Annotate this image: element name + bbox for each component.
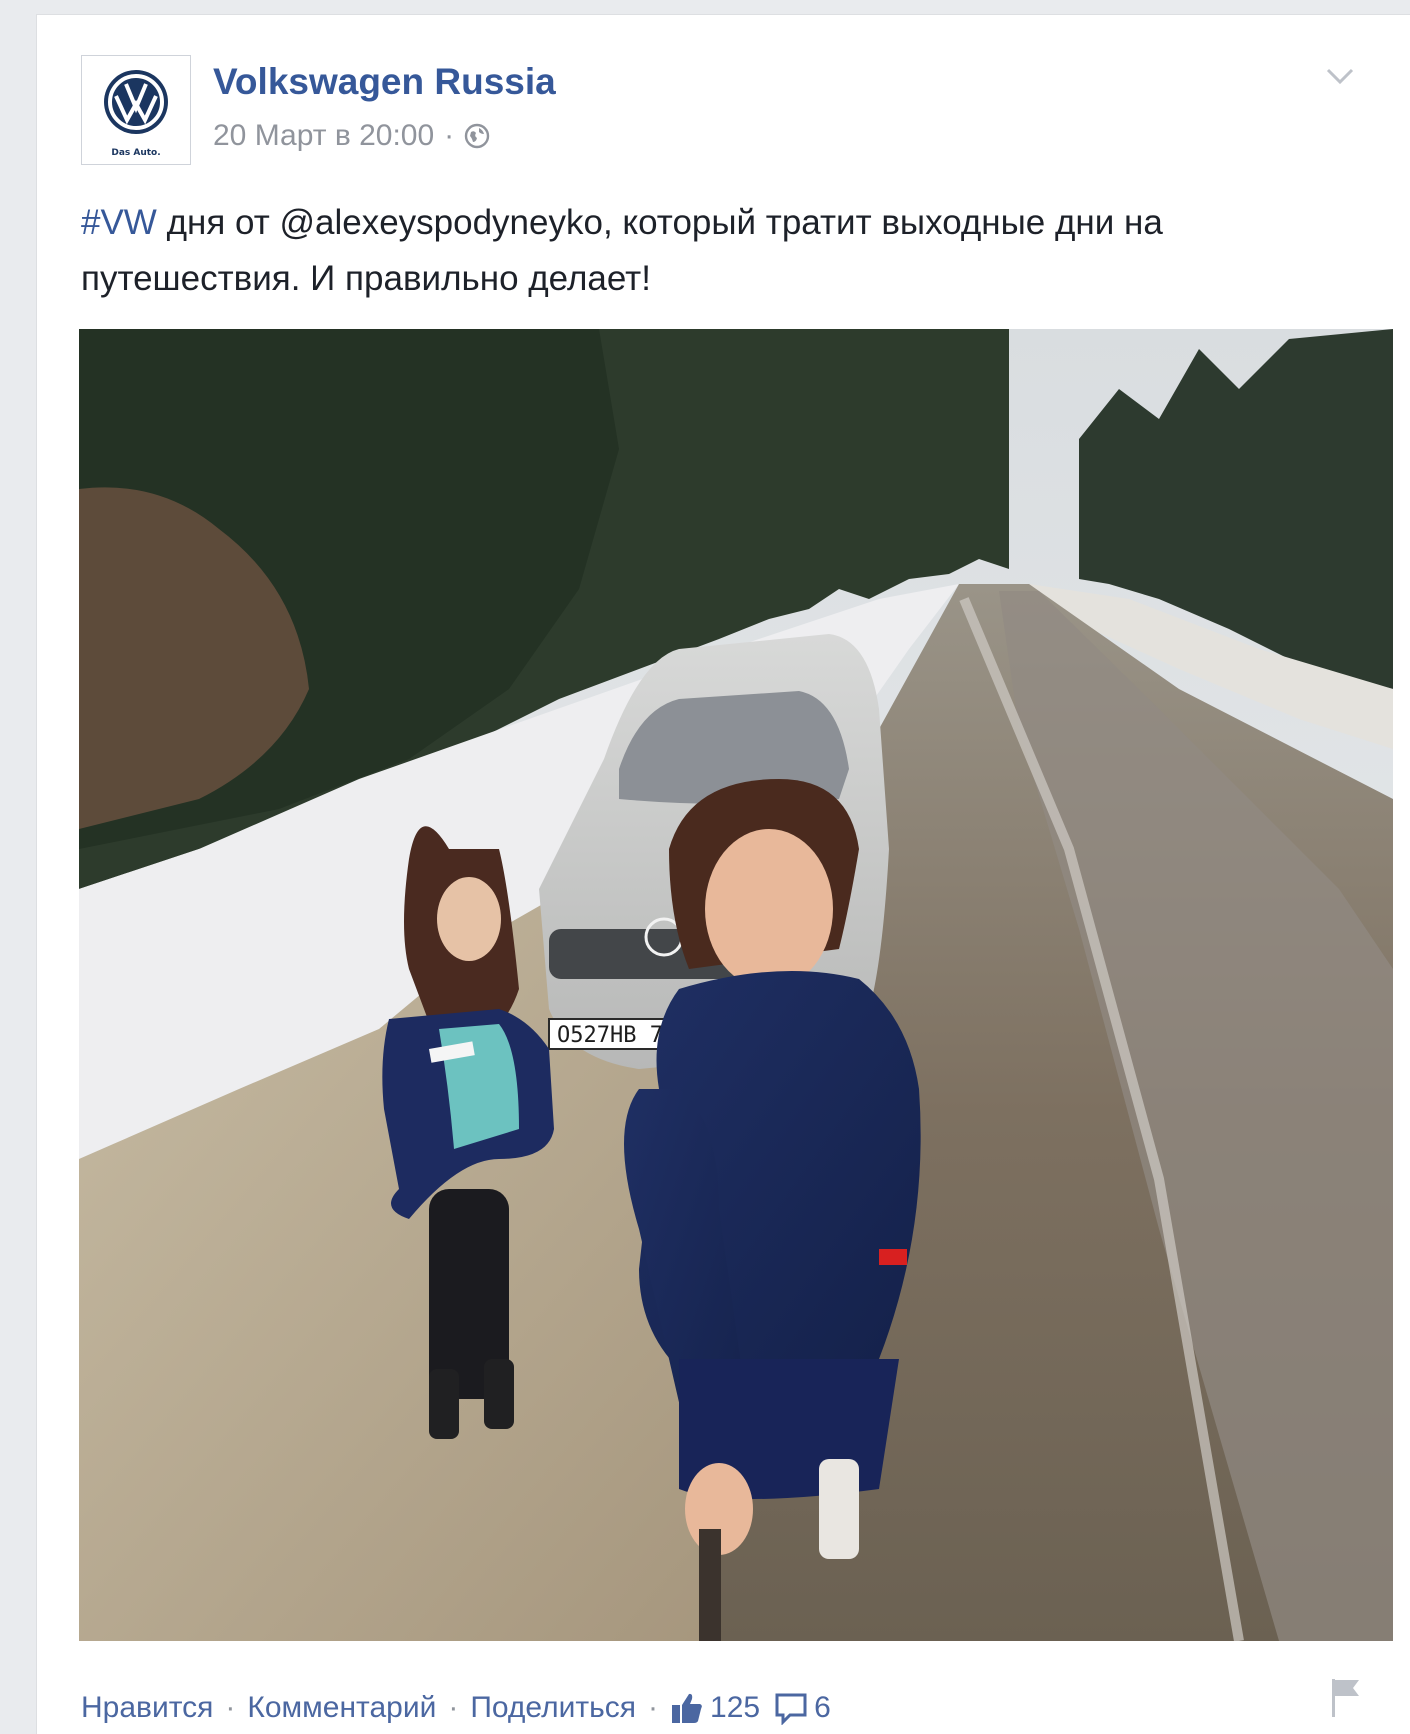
comment-count[interactable]: 6	[814, 1691, 831, 1725]
page-avatar[interactable]: Das Auto.	[81, 55, 191, 165]
meta-separator: ·	[444, 119, 455, 152]
like-count[interactable]: 125	[710, 1691, 760, 1725]
post-text-body: дня от @alexeyspodyneyko, который тратит…	[81, 203, 1163, 298]
comment-link[interactable]: Комментарий	[247, 1691, 436, 1725]
post-card: Das Auto. Volkswagen Russia 20 Март в 20…	[36, 14, 1410, 1734]
globe-icon	[464, 123, 490, 149]
post-meta: 20 Март в 20:00 ·	[213, 119, 490, 153]
share-link[interactable]: Поделиться	[470, 1691, 636, 1725]
actions-separator-1: ·	[225, 1691, 236, 1724]
post-photo[interactable]: О527НВ 77	[79, 329, 1393, 1641]
post-actions-bar: Нравится · Комментарий · Поделиться · 12…	[81, 1683, 845, 1733]
volkswagen-logo-icon	[104, 70, 168, 134]
like-link[interactable]: Нравится	[81, 1691, 213, 1725]
thumbs-up-icon[interactable]	[670, 1691, 704, 1725]
post-timestamp[interactable]: 20 Март в 20:00	[213, 119, 434, 153]
post-text: #VW дня от @alexeyspodyneyko, который тр…	[81, 195, 1341, 307]
page-name-link[interactable]: Volkswagen Russia	[213, 61, 556, 103]
actions-separator-3: ·	[648, 1691, 659, 1724]
avatar-slogan: Das Auto.	[111, 148, 161, 158]
hashtag-link[interactable]: #VW	[81, 203, 157, 242]
chevron-down-icon[interactable]	[1324, 65, 1356, 87]
comment-icon[interactable]	[774, 1691, 808, 1725]
actions-separator-2: ·	[448, 1691, 459, 1724]
flag-icon[interactable]	[1329, 1677, 1363, 1719]
